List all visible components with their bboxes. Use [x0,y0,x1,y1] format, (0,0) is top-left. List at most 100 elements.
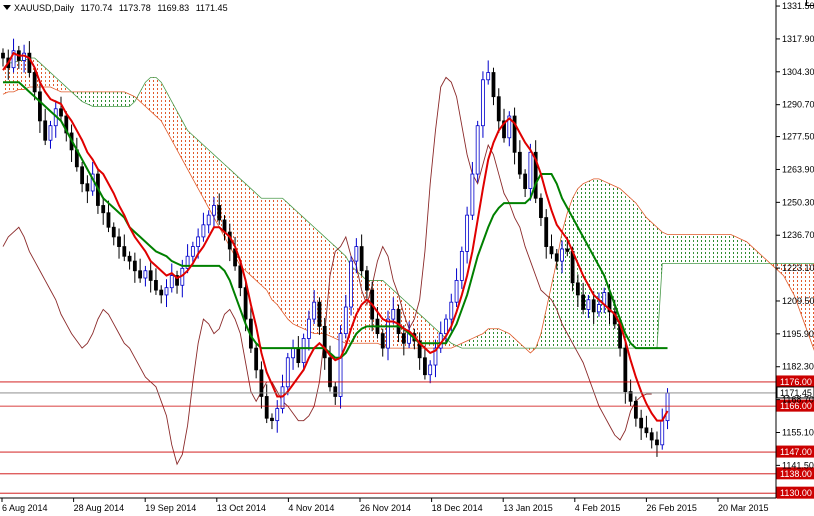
symbol-label: XAUUSD,Daily [14,3,75,13]
y-tick-label: 1195.90 [782,329,814,339]
candle-body [554,253,559,262]
kumo-segment [683,234,689,264]
candle-body [544,217,549,247]
kumo-segment [335,246,341,341]
symbol-dropdown-icon[interactable] [3,5,11,10]
kumo-segment [177,111,183,160]
kumo-segment [736,236,742,264]
candle-body [428,364,433,376]
kumo-segment [166,91,172,141]
level-price-label: 1147.00 [780,447,812,457]
candle-body [449,301,454,320]
price-chart[interactable]: 1176.001171.451166.001147.001138.001130.… [0,0,814,516]
candle-body [259,369,264,397]
candle-body [164,287,169,296]
candle-body [491,72,496,98]
kumo-segment [693,234,700,264]
level-price-label: 1176.00 [780,377,812,387]
x-tick-label: 26 Feb 2015 [646,503,697,513]
candle-body [470,173,475,216]
kumo-segment [504,331,510,349]
kumo-segment [145,77,151,112]
y-tick-label: 1209.50 [782,296,814,306]
candle-body [101,205,106,214]
kumo-segment [651,222,657,349]
candle-body [85,183,90,192]
kumo-segment [741,239,747,264]
kumo-segment [678,234,684,264]
kumo-segment [688,234,694,264]
candle-body [359,246,364,272]
kumo-segment [746,241,752,264]
kumo-segment [298,212,304,329]
candle-body [539,197,543,218]
candle-body [270,417,274,422]
kumo-segment [546,285,552,349]
high-value: 1173.78 [118,3,151,13]
candle-body [591,299,596,313]
y-tick-label: 1304.30 [782,67,814,77]
kumo-segment [261,198,267,291]
close-value: 1171.45 [195,3,228,13]
kumo-segment [266,198,272,300]
candle-body [190,246,195,257]
y-tick-label: 1223.10 [782,263,814,273]
candle-body [122,246,127,257]
kumo-segment [604,181,610,349]
kumo-segment [630,198,636,349]
kumo-segment [720,234,726,264]
candle-body [296,347,301,364]
kumo-segment [61,82,67,92]
chart-root: 1176.00 1171.45 1166.00 1147.00 1138.00 1130.… [0,0,814,516]
candle-body [597,304,601,313]
candle-body [575,282,580,296]
candle-body [80,166,85,185]
candle-body [143,270,148,279]
candle-body [496,96,501,122]
candle-body [523,173,528,189]
kumo-segment [709,234,715,264]
candle-body [623,347,628,393]
kumo-segment [598,178,605,349]
candle-body [633,400,638,419]
chart-shift-marker-icon[interactable] [806,0,814,6]
y-tick-label: 1277.50 [782,132,814,142]
candle-body [517,151,522,175]
kumo-segment [150,77,156,117]
level-price-label: 1130.00 [780,488,812,498]
y-tick-label: 1236.70 [782,230,814,240]
kumo-segment [76,91,83,102]
kumo-segment [250,188,257,281]
candle-body [528,151,533,189]
kumo-segment [187,130,193,179]
candle-body [475,125,480,175]
candle-body [154,280,158,291]
candle-body [423,357,427,376]
candle-body [343,306,348,335]
candle-body [660,420,665,446]
kumo-segment [161,82,167,131]
kumo-segment [282,198,288,320]
candle-body [665,392,670,422]
candle-body [291,347,295,359]
kumo-segment [92,91,98,107]
candle-body [43,120,48,141]
kumo-segment [672,234,679,264]
candle-body [127,255,132,262]
kumo-segment [119,91,125,107]
kumo-segment [667,234,673,264]
candle-body [148,270,153,281]
y-tick-label: 1317.90 [782,34,814,44]
candle-body [32,72,37,93]
x-tick-label: 6 Aug 2014 [2,503,48,513]
candle-body [280,386,285,409]
candle-body [169,275,174,289]
x-tick-label: 26 Nov 2014 [360,503,411,513]
kumo-segment [277,198,283,312]
candle-body [322,325,327,359]
candle-body [338,333,343,397]
candle-body [454,280,459,303]
candle-body [254,347,259,371]
kumo-segment [155,77,162,121]
kumo-segment [635,203,642,349]
